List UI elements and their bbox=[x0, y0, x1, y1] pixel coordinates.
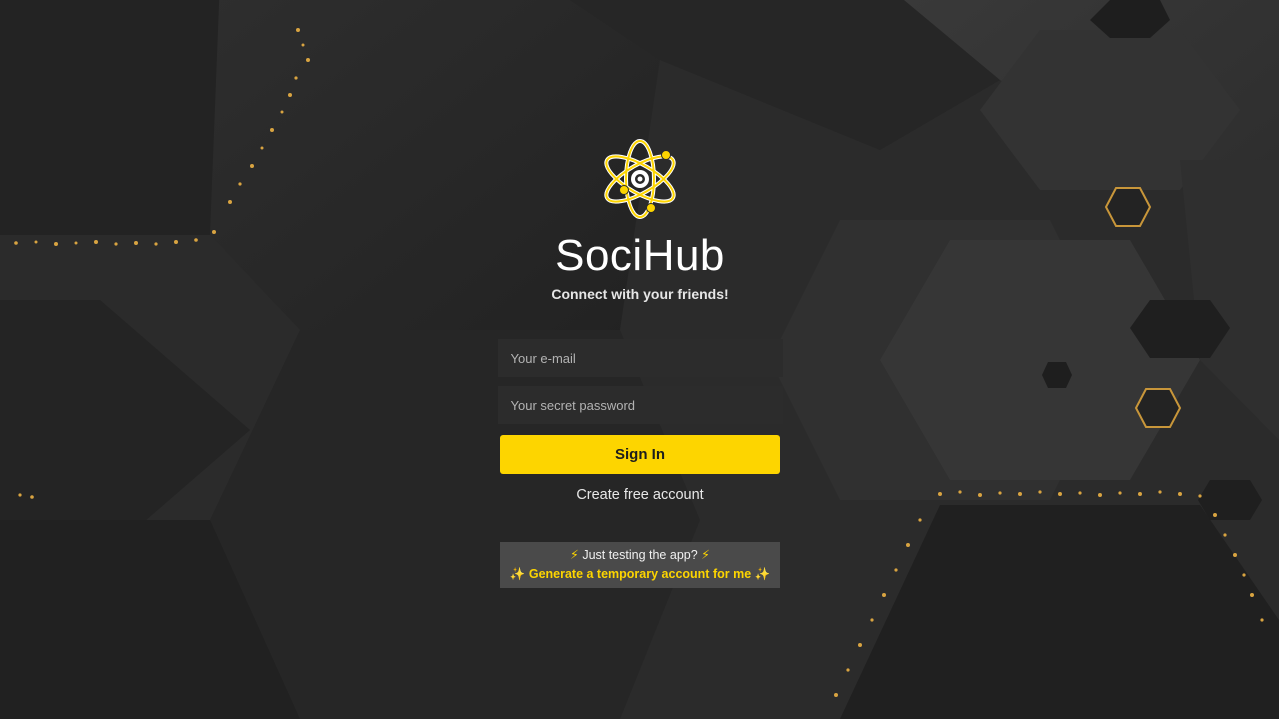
login-screen: SociHub Connect with your friends! Sign … bbox=[0, 0, 1279, 719]
test-prompt-text: Just testing the app? bbox=[582, 548, 698, 562]
sparkles-icon: ✨ bbox=[754, 567, 771, 581]
app-tagline: Connect with your friends! bbox=[551, 286, 729, 302]
generate-temp-account-label: Generate a temporary account for me bbox=[528, 567, 752, 581]
password-input[interactable] bbox=[497, 386, 783, 424]
email-input[interactable] bbox=[497, 339, 783, 377]
app-title: SociHub bbox=[555, 231, 725, 280]
test-account-box: ⚡ Just testing the app? ⚡ ✨ Generate a t… bbox=[500, 542, 780, 588]
create-account-link[interactable]: Create free account bbox=[576, 487, 703, 503]
sign-in-button[interactable]: Sign In bbox=[500, 435, 780, 474]
login-panel: SociHub Connect with your friends! Sign … bbox=[497, 136, 783, 588]
lightning-icon: ⚡ bbox=[570, 548, 579, 562]
sparkles-icon: ✨ bbox=[509, 567, 526, 581]
test-prompt: ⚡ Just testing the app? ⚡ bbox=[570, 546, 710, 565]
generate-temp-account-link[interactable]: ✨ Generate a temporary account for me ✨ bbox=[510, 565, 770, 584]
atom-logo-icon bbox=[604, 139, 676, 219]
lightning-icon: ⚡ bbox=[701, 548, 710, 562]
